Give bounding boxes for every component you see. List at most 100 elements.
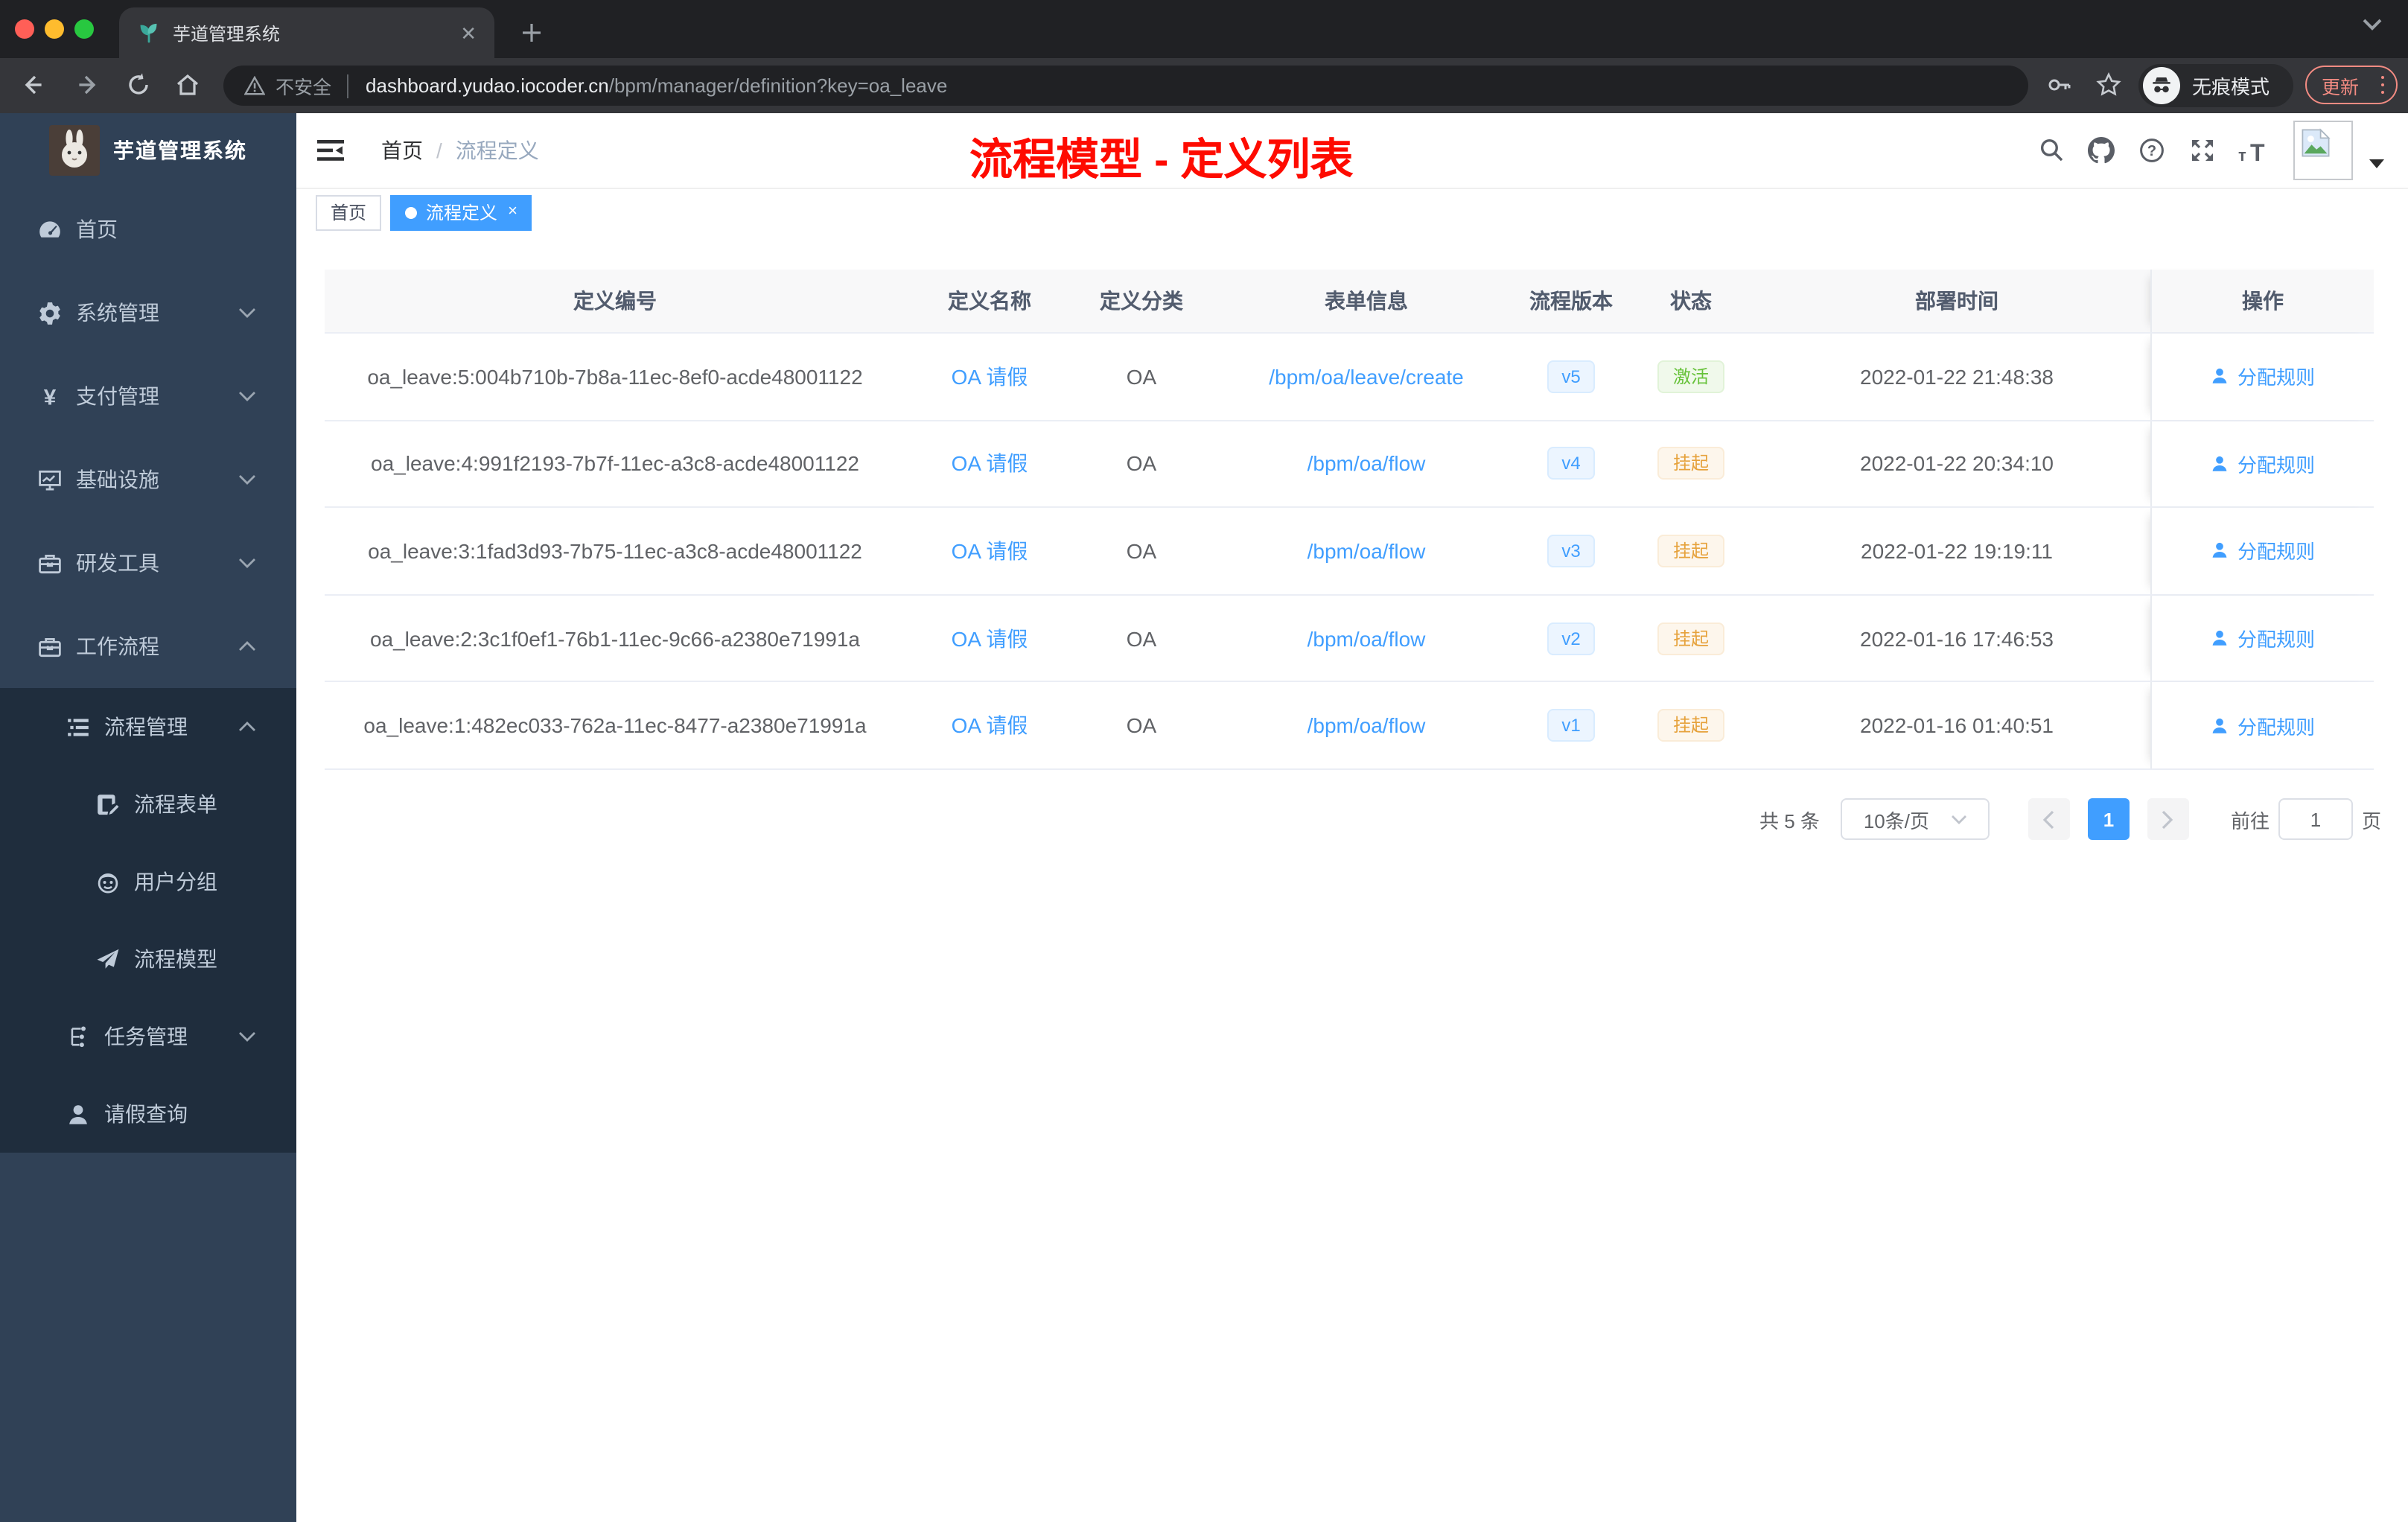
definition-name-link[interactable]: OA 请假 [952, 449, 1028, 479]
home-button[interactable] [174, 71, 201, 98]
status-badge: 挂起 [1657, 709, 1724, 742]
prev-page-button[interactable] [2028, 798, 2070, 840]
assign-rule-label: 分配规则 [2237, 366, 2315, 389]
sidebar-item-process-model[interactable]: 流程模型 [0, 920, 296, 998]
assign-rule-button[interactable]: 分配规则 [2211, 711, 2315, 739]
table-cell: /bpm/oa/flow [1209, 683, 1523, 768]
security-label[interactable]: 不安全 [275, 71, 331, 100]
assign-rule-button[interactable]: 分配规则 [2211, 537, 2315, 565]
update-label[interactable]: 更新 [2322, 71, 2359, 99]
definition-name-link[interactable]: OA 请假 [952, 623, 1028, 653]
browser-menu-icon[interactable] [2380, 75, 2384, 95]
sidebar-fold-icon[interactable] [317, 138, 344, 162]
sidebar-item-task-mgmt[interactable]: 任务管理 [0, 998, 296, 1075]
fullscreen-icon[interactable] [2189, 137, 2216, 164]
forward-button[interactable] [74, 71, 101, 98]
form-link[interactable]: /bpm/oa/flow [1307, 713, 1426, 737]
sidebar-logo[interactable]: 芋道管理系统 [0, 113, 296, 188]
search-icon[interactable] [2039, 137, 2064, 162]
sidebar-item-infra[interactable]: 基础设施 [0, 438, 296, 521]
assign-rule-label: 分配规则 [2237, 453, 2315, 477]
font-size-icon[interactable]: тT [2238, 140, 2271, 164]
window-maximize-button[interactable] [74, 19, 94, 39]
sidebar-item-leave-query[interactable]: 请假查询 [0, 1075, 296, 1153]
table-cell: OA [1074, 508, 1209, 593]
password-key-icon[interactable] [2046, 71, 2073, 98]
chevron-down-icon [238, 307, 256, 319]
favicon-seedling-icon [137, 21, 161, 45]
window-close-button[interactable] [15, 19, 34, 39]
sidebar-item-home[interactable]: 首页 [0, 188, 296, 271]
form-icon [95, 792, 121, 817]
tag-close-icon[interactable]: × [508, 203, 517, 220]
form-link[interactable]: /bpm/oa/flow [1307, 539, 1426, 563]
definition-name-link[interactable]: OA 请假 [952, 536, 1028, 566]
table-cell: /bpm/oa/flow [1209, 508, 1523, 593]
tab-close-icon[interactable]: ✕ [460, 23, 477, 42]
goto-page-input[interactable] [2278, 798, 2353, 840]
form-link[interactable]: /bpm/oa/flow [1307, 626, 1426, 650]
table-cell: 挂起 [1619, 683, 1763, 768]
definition-name-link[interactable]: OA 请假 [952, 362, 1028, 392]
form-link[interactable]: /bpm/oa/leave/create [1269, 365, 1464, 389]
table-row: oa_leave:5:004b710b-7b8a-11ec-8ef0-acde4… [325, 334, 2374, 421]
browser-tab[interactable]: 芋道管理系统 ✕ [119, 7, 494, 58]
sidebar-item-process-form[interactable]: 流程表单 [0, 765, 296, 843]
column-header: 表单信息 [1325, 289, 1408, 313]
table-cell: 分配规则 [2150, 508, 2374, 594]
sidebar-item-devtools[interactable]: 研发工具 [0, 521, 296, 605]
address-bar[interactable]: 不安全 dashboard.yudao.iocoder.cn/bpm/manag… [223, 66, 2028, 106]
table-cell: 挂起 [1619, 421, 1763, 506]
reload-button[interactable] [125, 71, 152, 98]
table-cell: v4 [1523, 421, 1619, 506]
breadcrumb-separator: / [436, 138, 442, 162]
sidebar-item-label: 工作流程 [76, 634, 159, 658]
next-page-button[interactable] [2147, 798, 2189, 840]
avatar-caret-icon[interactable] [2369, 159, 2384, 168]
sidebar-item-system[interactable]: 系统管理 [0, 271, 296, 354]
table-cell: 2022-01-16 01:40:51 [1763, 683, 2150, 768]
paper-plane-icon [95, 946, 121, 972]
sidebar-item-process-mgmt[interactable]: 流程管理 [0, 688, 296, 765]
avatar[interactable] [2293, 121, 2353, 180]
sidebar-item-user-group[interactable]: 用户分组 [0, 843, 296, 920]
security-warning-icon [244, 76, 265, 95]
page-size-select[interactable]: 10条/页 [1840, 798, 1990, 840]
tag-item[interactable]: 首页 [316, 194, 382, 230]
toolbox-icon [37, 550, 63, 576]
table-cell: 分配规则 [2150, 421, 2374, 507]
window-minimize-button[interactable] [45, 19, 64, 39]
sidebar-item-workflow[interactable]: 工作流程 [0, 605, 296, 688]
tab-list-caret-icon[interactable] [2362, 18, 2383, 31]
assign-rule-button[interactable]: 分配规则 [2211, 624, 2315, 652]
table-cell: OA 请假 [905, 508, 1074, 593]
github-icon[interactable] [2088, 137, 2115, 164]
definition-category: OA [1126, 451, 1157, 476]
sidebar-item-label: 任务管理 [104, 1025, 188, 1048]
new-tab-button[interactable] [512, 13, 551, 52]
browser-update-button[interactable]: 更新 [2305, 66, 2398, 104]
assign-rule-button[interactable]: 分配规则 [2211, 363, 2315, 391]
svg-text:т: т [2238, 146, 2246, 164]
sidebar-item-payment[interactable]: ¥ 支付管理 [0, 354, 296, 438]
table-cell: OA [1074, 683, 1209, 768]
url-domain: dashboard.yudao.iocoder.cn [366, 74, 609, 97]
bookmark-star-icon[interactable] [2095, 71, 2122, 98]
definition-name-link[interactable]: OA 请假 [952, 710, 1028, 740]
column-header: 部署时间 [1915, 289, 1998, 313]
definition-id: oa_leave:4:991f2193-7b7f-11ec-a3c8-acde4… [371, 451, 859, 476]
table-cell: v3 [1523, 508, 1619, 593]
form-link[interactable]: /bpm/oa/flow [1307, 452, 1426, 476]
tag-active[interactable]: 流程定义 × [390, 194, 532, 230]
back-button[interactable] [19, 71, 46, 98]
help-icon[interactable]: ? [2138, 137, 2165, 164]
breadcrumb-home[interactable]: 首页 [381, 136, 423, 165]
table-cell: 分配规则 [2150, 334, 2374, 420]
definition-category: OA [1126, 364, 1157, 389]
page-number-button[interactable]: 1 [2087, 798, 2130, 840]
list-icon [66, 714, 91, 739]
table-cell: 分配规则 [2150, 682, 2374, 768]
assign-rule-button[interactable]: 分配规则 [2211, 450, 2315, 478]
version-badge: v1 [1547, 709, 1596, 742]
app-title: 芋道管理系统 [113, 138, 247, 162]
